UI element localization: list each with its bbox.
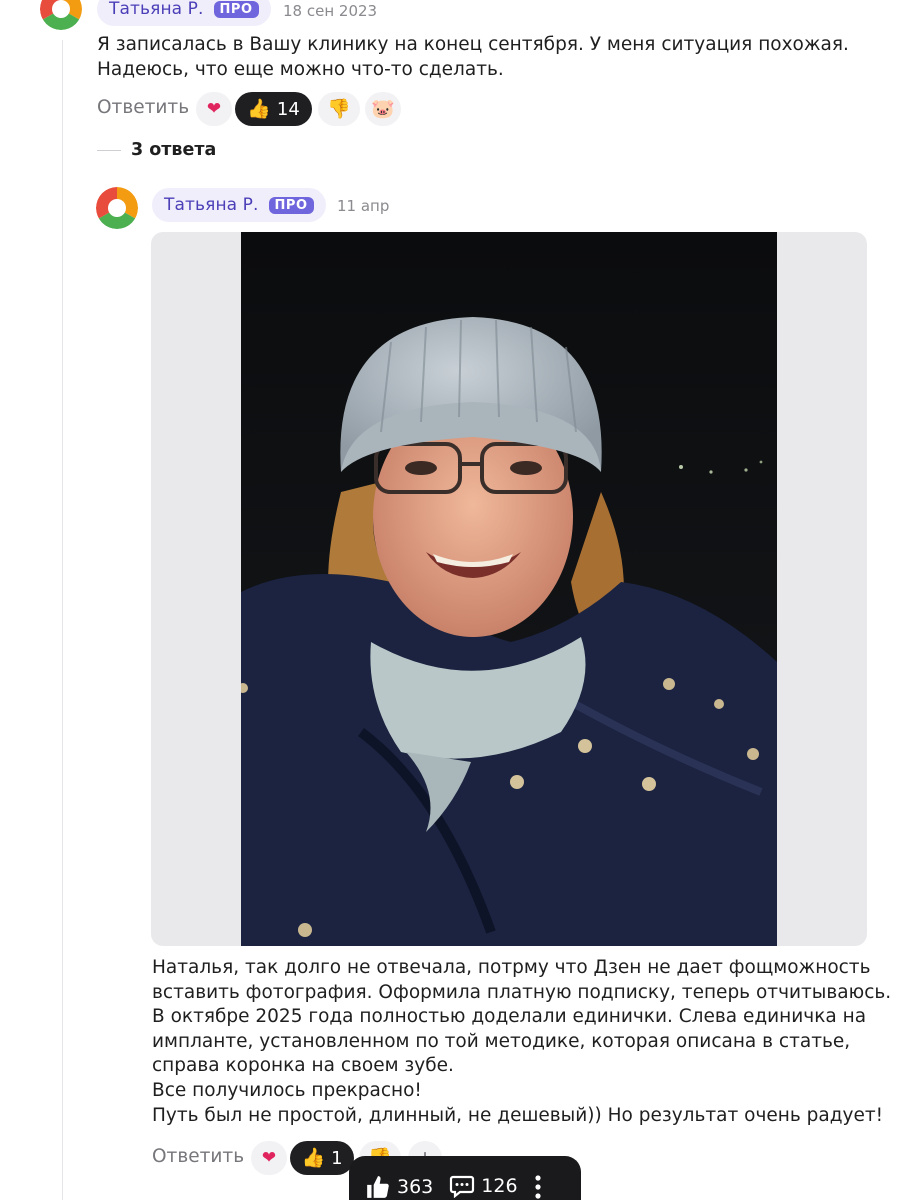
thumbs-up-icon: 👍 [247,97,271,120]
reaction-dislike-button[interactable]: 👎 [318,92,360,126]
reaction-like-button[interactable]: 👍 14 [235,92,312,126]
like-article-button[interactable]: 363 [365,1174,433,1200]
reply-photo[interactable] [151,232,867,946]
reply-text-line: Все получилось прекрасно! [152,1079,422,1101]
reply-text: Наталья, так долго не отвечала, потрму ч… [152,956,891,1128]
comments-button[interactable]: 126 [449,1174,518,1198]
bottom-action-bar: 363 126 [349,1156,581,1200]
author-avatar[interactable] [40,0,82,30]
article-comments-count: 126 [481,1175,518,1197]
heart-face-icon: ❤ [206,98,222,119]
avatar-icon [96,187,138,229]
comment-icon [450,1175,475,1198]
reaction-pig-button[interactable]: 🐷 [365,92,401,126]
avatar-icon [40,0,82,30]
reply-author-pill[interactable]: Татьяна Р. ПРО [152,188,326,222]
reply-text-line: Путь был не простой, длинный, не дешевый… [152,1104,884,1126]
reply-reply-button[interactable]: Ответить [152,1146,244,1167]
author-name[interactable]: Татьяна Р. [109,0,204,19]
reaction-heart-button[interactable]: ❤ [196,92,232,126]
thumbs-down-icon: 👎 [327,97,351,120]
reply-date: 11 апр [337,197,390,215]
thread-line [62,40,63,1200]
thumbs-up-icon [367,1176,389,1198]
reply-like-count: 1 [331,1147,343,1169]
replies-count[interactable]: 3 ответа [131,140,216,160]
comment-text: Я записалась в Вашу клинику на конец сен… [97,33,849,82]
heart-face-icon: ❤ [261,1147,277,1168]
comment-date: 18 сен 2023 [283,2,378,20]
thumbs-up-icon: 👍 [301,1146,326,1169]
reply-author-name[interactable]: Татьяна Р. [164,195,259,215]
replies-dash [97,149,121,151]
article-likes-count: 363 [397,1176,434,1198]
pro-badge: ПРО [213,0,259,18]
reply-text-line: вставить фотография. Оформила платную по… [152,981,892,1003]
reply-text-line: импланте, установленном по той методике,… [152,1030,851,1052]
reply-text-line: Наталья, так долго не отвечала, потрму ч… [152,957,871,978]
comment-text-line: Надеюсь, что еще можно что-то сделать. [97,58,504,80]
reply-button[interactable]: Ответить [97,97,189,118]
comment-text-line: Я записалась в Вашу клинику на конец сен… [97,34,849,55]
more-vertical-icon [534,1175,541,1199]
reply-pro-badge: ПРО [268,196,314,214]
like-count: 14 [276,98,300,120]
reply-reaction-heart-button[interactable]: ❤ [251,1141,287,1175]
reply-text-line: В октябре 2025 года полностью доделали е… [152,1006,867,1028]
more-options-button[interactable] [534,1174,542,1200]
reply-author-avatar[interactable] [96,187,138,229]
selfie-photo [241,232,777,946]
reply-reaction-like-button[interactable]: 👍 1 [290,1141,354,1175]
pig-icon: 🐷 [371,97,395,120]
author-pill[interactable]: Татьяна Р. ПРО [97,0,271,26]
reply-text-line: справа коронка на своем зубе. [152,1055,454,1077]
replies-toggle[interactable]: 3 ответа [97,140,216,160]
